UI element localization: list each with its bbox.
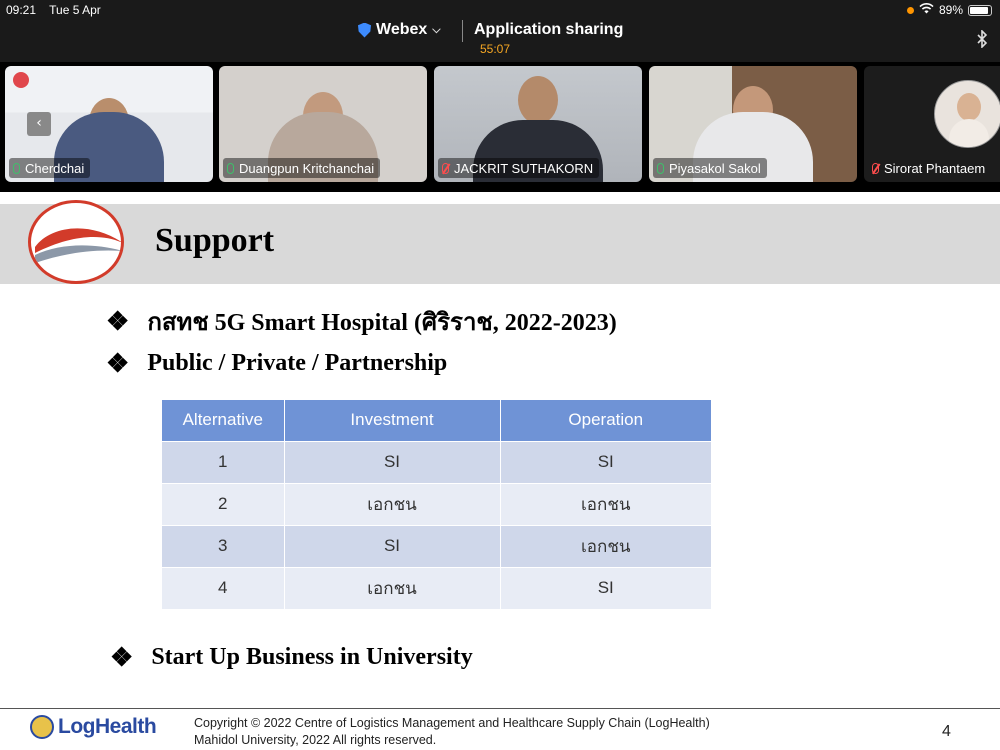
webex-shield-icon [358,22,371,38]
table-cell: 3 [162,524,285,567]
webex-menu-button[interactable]: Webex ⌵ [358,21,441,39]
shared-slide: Support ❖ กสทช 5G Smart Hospital (ศิริรา… [0,192,1000,750]
table-cell: SI [500,440,711,483]
app-name: Webex [376,21,428,38]
participant-name: JACKRIT SUTHAKORN [454,160,594,176]
status-date: Tue 5 Apr [49,3,101,17]
meeting-header: Webex ⌵ Application sharing 55:07 [0,20,1000,62]
loghealth-logo: LogHealth [30,715,157,739]
mic-icon [657,162,664,174]
participant-name-tag: JACKRIT SUTHAKORN [438,158,600,178]
participant-name: Sirorat Phantaem [884,160,986,176]
table-row: 2 เอกชน เอกชน [162,482,711,525]
participant-tile[interactable]: Duangpun Kritchanchai [219,66,427,182]
status-time: 09:21 [6,3,37,17]
bullet-item: ❖ Start Up Business in University [110,644,473,671]
battery-percent: 89% [938,3,963,17]
participant-name: Piyasakol Sakol [669,160,761,176]
bullet-item: ❖ Public / Private / Partnership [106,350,447,377]
page-number: 4 [942,723,951,740]
mic-icon [227,162,234,174]
avatar [934,80,1000,148]
chevron-down-icon: ⌵ [432,23,441,36]
recording-icon [13,72,29,88]
participant-name-tag: Sirorat Phantaem [868,158,991,178]
diamond-bullet-icon: ❖ [106,348,130,378]
table-cell: SI [500,566,711,609]
participant-name: Cherdchai [25,160,85,176]
slide-header-band [0,204,1000,284]
participant-name: Duangpun Kritchanchai [239,160,375,176]
mic-icon [13,162,20,174]
mic-muted-icon [442,162,449,174]
table-cell: SI [284,440,501,483]
mic-indicator-icon [906,6,914,14]
back-arrow-button[interactable]: ‹ [27,112,51,136]
table-row: 4 เอกชน SI [162,566,711,609]
battery-icon [968,4,992,16]
slide-footer: LogHealth Copyright © 2022 Centre of Log… [0,708,1000,750]
table-cell: เอกชน [500,482,711,525]
table-cell: เอกชน [284,482,501,525]
wifi-icon [919,3,934,17]
participant-tile[interactable]: ‹ Cherdchai [5,66,213,182]
bullet-text: กสทช 5G Smart Hospital (ศิริราช, 2022-20… [147,310,617,336]
table-row: 1 SI SI [162,440,711,483]
status-bar: 09:21 Tue 5 Apr 89% [0,0,1000,20]
participant-tile[interactable]: Piyasakol Sakol [649,66,857,182]
table-cell: 2 [162,482,285,525]
alternatives-table: Alternative Investment Operation 1 SI SI… [162,400,711,609]
logo-text: LogHealth [58,715,157,738]
table-header-row: Alternative Investment Operation [162,400,711,441]
slide-logo [28,200,124,284]
bullet-text: Start Up Business in University [151,644,473,670]
copyright-line: Copyright © 2022 Centre of Logistics Man… [194,716,710,730]
participant-name-tag: Cherdchai [9,158,91,178]
table-cell: 1 [162,440,285,483]
table-cell: เอกชน [500,524,711,567]
copyright-text: Copyright © 2022 Centre of Logistics Man… [194,715,710,749]
participant-name-tag: Duangpun Kritchanchai [223,158,381,178]
copyright-line: Mahidol University, 2022 All rights rese… [194,733,437,747]
university-seal-icon [30,715,54,739]
bluetooth-icon[interactable] [976,29,988,52]
diamond-bullet-icon: ❖ [110,642,134,672]
bullet-item: ❖ กสทช 5G Smart Hospital (ศิริราช, 2022-… [106,302,617,341]
column-header: Alternative [162,400,285,441]
participant-tile[interactable]: JACKRIT SUTHAKORN [434,66,642,182]
header-divider [462,20,463,42]
participant-strip[interactable]: ‹ Cherdchai Duangpun Kritchanchai JACKRI… [0,62,1000,186]
table-cell: เอกชน [284,566,501,609]
slide-title: Support [155,222,275,259]
column-header: Investment [284,400,501,441]
participant-video [518,76,558,124]
diamond-bullet-icon: ❖ [106,306,130,336]
table-cell: SI [284,524,501,567]
table-cell: 4 [162,566,285,609]
participant-name-tag: Piyasakol Sakol [653,158,767,178]
bullet-text: Public / Private / Partnership [147,350,448,376]
sharing-title: Application sharing [474,21,624,38]
table-row: 3 SI เอกชน [162,524,711,567]
participant-tile[interactable]: Sirorat Phantaem [864,66,1000,182]
meeting-timer: 55:07 [480,42,511,56]
mic-muted-icon [872,162,879,174]
column-header: Operation [500,400,711,441]
